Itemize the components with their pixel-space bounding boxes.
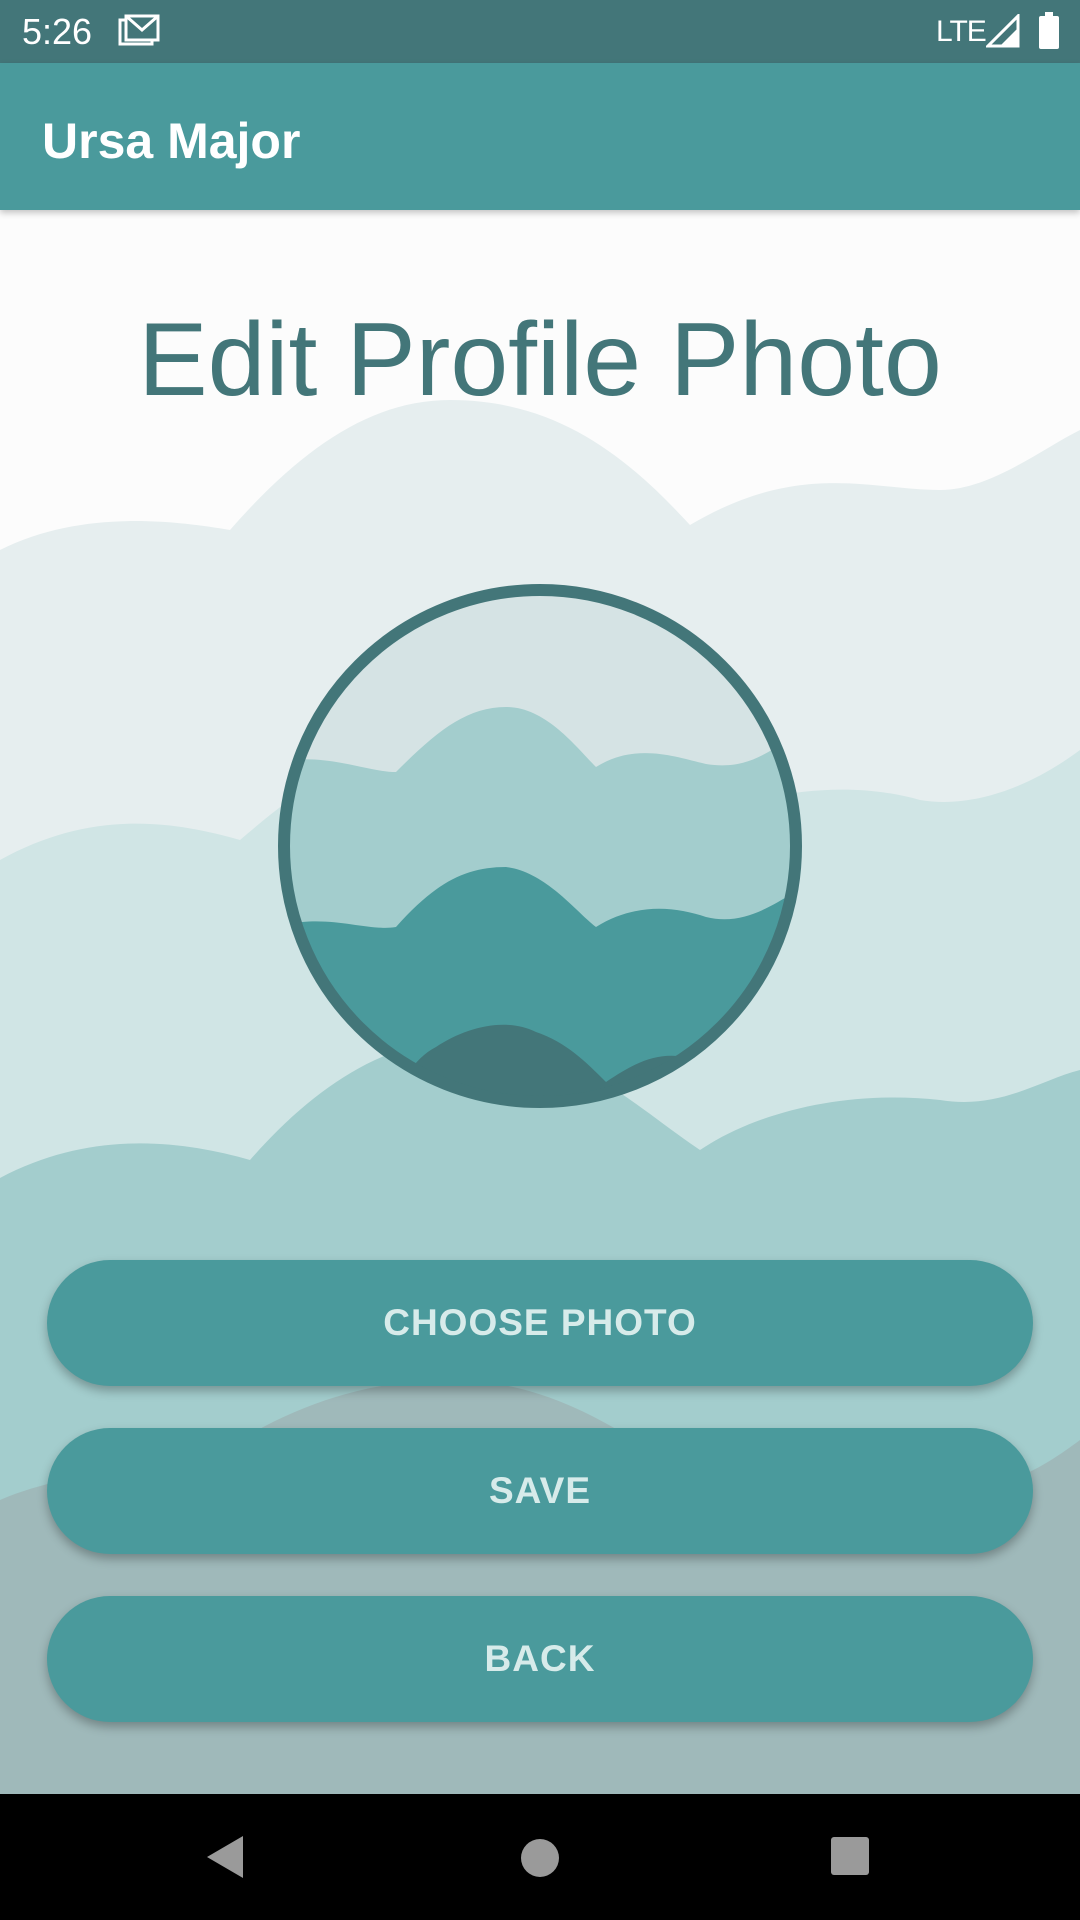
home-icon[interactable] [520,1838,560,1878]
signal-icon [984,12,1020,53]
recents-icon[interactable] [830,1836,870,1876]
landscape-placeholder-icon[interactable] [276,582,804,1110]
page-title: Edit Profile Photo [138,302,942,418]
app-title: Ursa Major [42,113,301,169]
save-button[interactable]: SAVE [47,1428,1033,1554]
mail-icon [118,14,160,53]
status-bar: 5:26 LTE [0,0,1080,63]
back-icon[interactable] [205,1834,245,1880]
back-button[interactable]: BACK [47,1596,1033,1722]
choose-photo-button[interactable]: CHOOSE PHOTO [47,1260,1033,1386]
status-time: 5:26 [22,11,93,52]
network-type: LTE [936,15,987,48]
app-bar: Ursa Major [0,63,1080,210]
battery-icon [1038,12,1060,55]
